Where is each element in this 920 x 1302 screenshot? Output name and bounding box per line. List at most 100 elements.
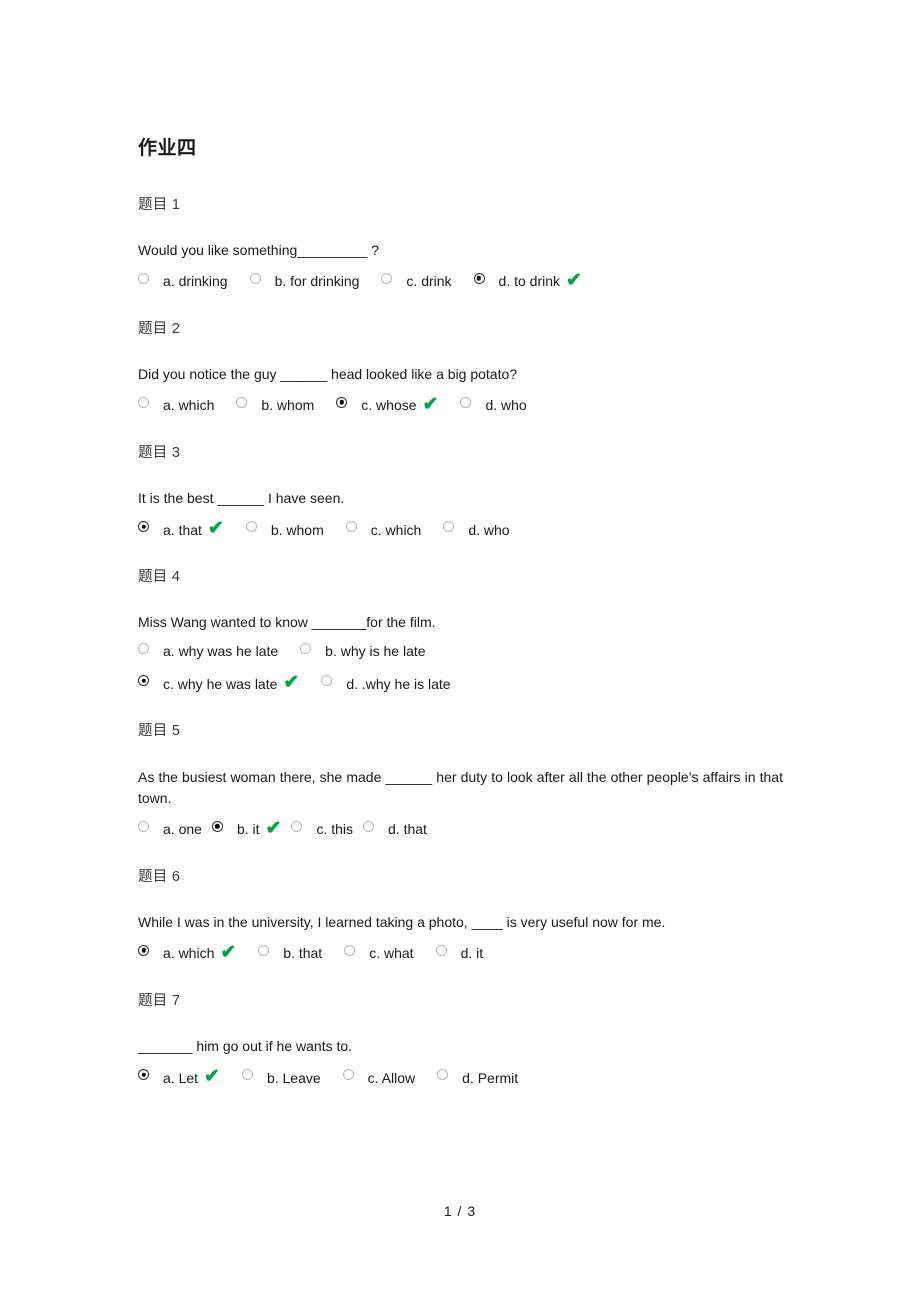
answer-option[interactable]: c. this (291, 820, 354, 838)
radio-unselected-icon[interactable] (381, 272, 393, 284)
question-stem: Did you notice the guy ______ head looke… (138, 366, 518, 383)
answer-option-label: b. whom (270, 521, 324, 538)
correct-check-icon: ✔ (204, 1066, 220, 1088)
answer-option[interactable]: b. Leave (241, 1069, 321, 1085)
question-label: 题目 7 (138, 992, 181, 1009)
answer-option-label: c. this (316, 821, 354, 838)
answer-option[interactable]: d. Permit (437, 1069, 519, 1086)
answer-option-label: a. that (163, 521, 202, 538)
answer-options-row: c. why he was late ✔ d. .why he is late (138, 672, 782, 694)
page-title: 作业四 (138, 138, 197, 159)
answer-option[interactable]: d. who (443, 521, 510, 538)
answer-option-label: d. that (388, 821, 427, 838)
radio-selected-icon[interactable] (211, 820, 223, 832)
radio-selected-icon[interactable] (473, 272, 485, 284)
answer-option[interactable]: c. drink (381, 272, 452, 290)
answer-option[interactable]: c. which (345, 521, 422, 538)
answer-option[interactable]: a. that ✔ (138, 518, 224, 540)
questions-container: 题目 1 Would you like something_________ ? a… (138, 197, 783, 1087)
correct-check-icon: ✔ (207, 518, 224, 540)
answer-option-label: d. who (468, 521, 510, 538)
radio-unselected-icon[interactable] (437, 1069, 449, 1081)
answer-option[interactable]: b. why is he late (300, 642, 426, 658)
answer-option[interactable]: d. to drink ✔ (473, 271, 582, 291)
question-block: 题目 3 It is the best ______ I have seen. a.… (138, 445, 782, 539)
question-stem: Miss Wang wanted to know _______for the … (138, 614, 436, 631)
radio-unselected-icon[interactable] (258, 944, 270, 956)
answer-option[interactable]: d. it (435, 944, 483, 960)
document-page: 作业四 题目 1 Would you like something________… (0, 0, 920, 1302)
answer-option[interactable]: a. one (138, 820, 202, 836)
correct-check-icon: ✔ (422, 393, 439, 415)
radio-unselected-icon[interactable] (245, 521, 257, 533)
radio-unselected-icon[interactable] (138, 272, 149, 284)
answer-options-row: a. drinking b. for drinking c. drink d. to … (138, 271, 782, 291)
radio-unselected-icon[interactable] (321, 675, 333, 687)
answer-option[interactable]: c. what (344, 944, 414, 962)
answer-option-label: d. to drink (498, 273, 561, 290)
radio-unselected-icon[interactable] (138, 396, 149, 408)
question-block: 题目 7 _______ him go out if he wants to. a.… (138, 993, 782, 1087)
radio-unselected-icon[interactable] (300, 642, 312, 654)
answer-option[interactable]: b. whom (245, 521, 324, 538)
question-stem: As the busiest woman there, she made ___… (138, 768, 783, 807)
radio-unselected-icon[interactable] (138, 820, 149, 832)
answer-options-row: a. which ✔ b. that c. what d. it (138, 943, 782, 963)
question-block: 题目 1 Would you like something_________ ? a… (138, 197, 782, 291)
question-stem: While I was in the university, I learned… (138, 914, 666, 931)
radio-selected-icon[interactable] (138, 1069, 149, 1081)
radio-unselected-icon[interactable] (363, 820, 375, 832)
radio-unselected-icon[interactable] (291, 820, 303, 832)
answer-option-label: c. drink (406, 273, 452, 290)
radio-unselected-icon[interactable] (241, 1069, 253, 1081)
question-block: 题目 4 Miss Wang wanted to know _______for … (138, 569, 782, 693)
answer-option-label: d. Permit (462, 1069, 519, 1086)
answer-option-label: c. what (369, 945, 414, 962)
radio-selected-icon[interactable] (138, 521, 149, 533)
answer-option[interactable]: c. whose ✔ (336, 393, 439, 415)
answer-options-row: a. that ✔ b. whom c. which d. who (138, 518, 782, 540)
radio-selected-icon[interactable] (138, 675, 149, 687)
radio-unselected-icon[interactable] (345, 521, 357, 533)
answer-option-label: a. why was he late (163, 643, 279, 660)
answer-option[interactable]: b. that (258, 944, 322, 960)
radio-selected-icon[interactable] (336, 396, 348, 408)
radio-unselected-icon[interactable] (138, 642, 149, 654)
answer-option-label: c. Allow (367, 1069, 416, 1086)
answer-option[interactable]: b. whom (236, 396, 314, 412)
radio-unselected-icon[interactable] (460, 396, 472, 408)
correct-check-icon: ✔ (283, 672, 300, 694)
answer-option[interactable]: b. it ✔ (211, 819, 281, 839)
radio-unselected-icon[interactable] (342, 1069, 354, 1081)
answer-option[interactable]: c. Allow (342, 1069, 416, 1086)
radio-unselected-icon[interactable] (443, 521, 455, 533)
answer-option-label: a. drinking (163, 273, 228, 290)
answer-option[interactable]: a. Let ✔ (138, 1066, 220, 1088)
answer-option[interactable]: c. why he was late ✔ (138, 672, 300, 694)
answer-option[interactable]: d. who (460, 396, 527, 414)
answer-option[interactable]: a. which (138, 396, 214, 412)
question-block: 题目 6 While I was in the university, I lea… (138, 869, 782, 963)
radio-unselected-icon[interactable] (435, 944, 447, 956)
radio-unselected-icon[interactable] (249, 272, 261, 284)
radio-selected-icon[interactable] (138, 944, 149, 956)
answer-options-row: a. one b. it ✔ c. this d. that (138, 819, 782, 839)
question-block: 题目 5 As the busiest woman there, she made… (138, 723, 783, 839)
answer-option-label: c. whose (361, 397, 417, 414)
answer-options-row: a. why was he late b. why is he late (138, 642, 782, 660)
answer-option[interactable]: b. for drinking (249, 272, 359, 288)
answer-option-label: c. which (370, 521, 422, 538)
answer-option[interactable]: a. why was he late (138, 642, 279, 660)
answer-option-label: d. who (485, 397, 527, 414)
answer-option[interactable]: a. which ✔ (138, 943, 236, 963)
question-block: 题目 2 Did you notice the guy ______ head l… (138, 321, 782, 415)
answer-options-row: a. which b. whom c. whose ✔ d. who (138, 393, 782, 415)
answer-option[interactable]: a. drinking (138, 272, 228, 290)
answer-option[interactable]: d. that (363, 820, 427, 838)
answer-option-label: d. .why he is late (346, 675, 451, 692)
answer-option-label: a. Let (163, 1069, 199, 1086)
question-label: 题目 4 (138, 569, 181, 586)
radio-unselected-icon[interactable] (236, 396, 248, 408)
radio-unselected-icon[interactable] (344, 944, 356, 956)
answer-option[interactable]: d. .why he is late (321, 675, 451, 692)
